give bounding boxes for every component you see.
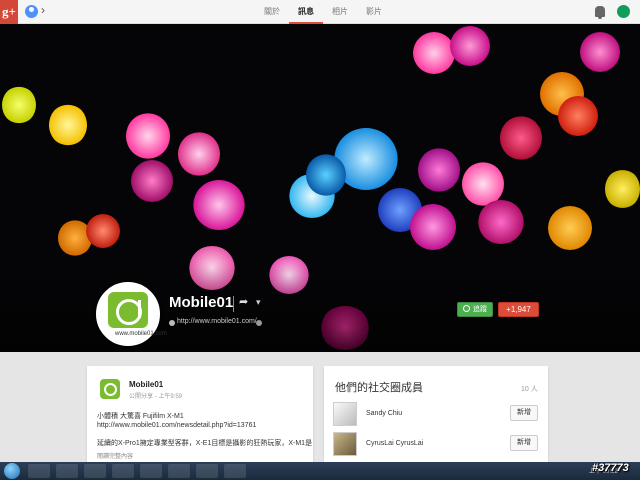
post-author[interactable]: Mobile01 <box>129 380 163 389</box>
list-item: Sandy Chiu 新增 <box>333 402 539 426</box>
bokeh-light <box>605 169 640 209</box>
bokeh-light <box>306 154 346 196</box>
chevron-down-icon[interactable]: ▾ <box>256 297 261 308</box>
circle-members-card: 他們的社交圈成員 10 人 Sandy Chiu 新增 CyrusLai Cyr… <box>324 366 548 476</box>
tab-videos[interactable]: 影片 <box>357 0 391 24</box>
add-to-circle-button[interactable]: 新增 <box>510 405 538 421</box>
post-meta: 公開分享 - 上午9:59 <box>129 394 183 400</box>
google-plus-icon[interactable]: g+ <box>0 0 18 24</box>
taskbar-app-icon[interactable] <box>28 464 50 478</box>
post-link[interactable]: http://www.mobile01.com/newsdetail.php?i… <box>97 422 256 429</box>
bokeh-light <box>178 132 220 176</box>
bokeh-light <box>131 160 173 202</box>
watermark: #37773 <box>592 462 629 474</box>
share-icon[interactable]: ➦ <box>239 295 248 308</box>
avatar[interactable]: www.mobile01.com <box>96 282 167 346</box>
avatar-caption: www.mobile01.com <box>115 331 167 337</box>
taskbar-app-icon[interactable] <box>224 464 246 478</box>
taskbar-app-icon[interactable] <box>112 464 134 478</box>
member-name[interactable]: Sandy Chiu <box>366 410 402 417</box>
notifications-bell-icon[interactable] <box>595 6 605 19</box>
start-button-icon[interactable] <box>4 463 20 479</box>
verified-icon <box>256 320 262 326</box>
bokeh-light <box>450 26 490 66</box>
bokeh-light <box>86 214 120 248</box>
site-url-link[interactable]: http://www.mobile01.com/ <box>177 318 257 325</box>
taskbar-app-icon[interactable] <box>84 464 106 478</box>
profile-switch-icon[interactable] <box>25 5 38 18</box>
bokeh-light <box>49 104 87 146</box>
page-tabs: 關於 訊息 相片 影片 <box>255 0 391 24</box>
cover-photo: Mobile01 ➦ ▾ http://www.mobile01.com/ 追蹤… <box>0 24 640 352</box>
bokeh-light <box>580 32 620 72</box>
add-to-circle-button[interactable]: 新增 <box>510 435 538 451</box>
member-avatar[interactable] <box>333 432 357 456</box>
members-count: 10 人 <box>521 386 538 393</box>
read-more-link[interactable]: 閱讀完整內容 <box>97 451 133 460</box>
bokeh-light <box>500 116 542 160</box>
taskbar-app-icon[interactable] <box>140 464 162 478</box>
tab-photos[interactable]: 相片 <box>323 0 357 24</box>
globe-icon <box>169 320 175 326</box>
mobile01-logo-icon <box>108 292 148 328</box>
list-item: CyrusLai CyrusLai 新增 <box>333 432 539 456</box>
bokeh-light <box>413 32 455 74</box>
plus-one-button[interactable]: +1,947 <box>498 302 539 317</box>
bokeh-light <box>558 96 598 136</box>
post-text-title: 小體積 大驚喜 Fujifilm X-M1 <box>97 413 184 420</box>
bokeh-light <box>418 148 460 192</box>
bokeh-light <box>548 206 592 250</box>
post-card: Mobile01 公開分享 - 上午9:59 小體積 大驚喜 Fujifilm … <box>87 366 313 476</box>
post-author-avatar-icon[interactable] <box>100 379 120 399</box>
post-text-body: 延續的X-Pro1擁定專業型客群，X-E1目標是攝影的狂熱玩家，X-M1是 <box>97 440 313 447</box>
hangouts-icon[interactable] <box>617 5 630 18</box>
member-avatar[interactable] <box>333 402 357 426</box>
bokeh-light <box>2 86 36 124</box>
top-bar: g+ › 關於 訊息 相片 影片 <box>0 0 640 24</box>
tab-posts[interactable]: 訊息 <box>289 0 323 24</box>
member-name[interactable]: CyrusLai CyrusLai <box>366 440 423 447</box>
title-divider <box>233 296 234 312</box>
tab-about[interactable]: 關於 <box>255 0 289 24</box>
page-title: Mobile01 <box>169 294 234 311</box>
bokeh-light <box>478 200 524 244</box>
follow-button[interactable]: 追蹤 <box>457 302 493 317</box>
bokeh-light <box>193 180 245 230</box>
bokeh-light <box>126 113 170 159</box>
windows-taskbar: 上午 09:12 <box>0 462 640 480</box>
chevron-right-icon[interactable]: › <box>41 3 45 17</box>
taskbar-app-icon[interactable] <box>168 464 190 478</box>
taskbar-app-icon[interactable] <box>56 464 78 478</box>
members-title: 他們的社交圈成員 <box>335 382 423 394</box>
bokeh-light <box>410 204 456 250</box>
taskbar-app-icon[interactable] <box>196 464 218 478</box>
